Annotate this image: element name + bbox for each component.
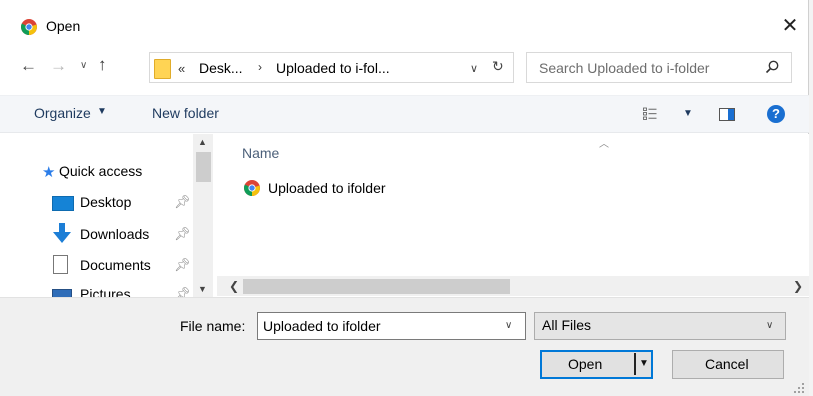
navigation-scroll-thumb[interactable] <box>196 152 211 182</box>
file-type-dropdown-icon[interactable]: ∨ <box>766 320 773 331</box>
open-split-divider <box>634 353 636 375</box>
file-item[interactable]: Uploaded to ifolder <box>268 180 386 196</box>
file-list-pane <box>217 134 809 297</box>
view-options-icon[interactable] <box>643 107 657 121</box>
organize-button[interactable]: Organize <box>34 105 91 121</box>
refresh-icon[interactable]: ↻ <box>492 58 504 75</box>
chrome-icon <box>244 180 260 196</box>
file-name-label: File name: <box>180 318 246 334</box>
sort-ascending-icon: ︿ <box>599 139 609 150</box>
documents-icon <box>53 255 68 274</box>
nav-item-documents[interactable]: Documents <box>80 257 151 273</box>
breadcrumb-desktop[interactable]: Desk... <box>199 60 243 76</box>
breadcrumb-current-folder[interactable]: Uploaded to i-fol... <box>276 60 390 76</box>
scroll-right-arrow-icon[interactable]: ❯ <box>793 279 803 293</box>
nav-item-desktop[interactable]: Desktop <box>80 194 131 210</box>
scroll-left-arrow-icon[interactable]: ❮ <box>229 279 239 293</box>
column-header-name[interactable]: Name <box>242 145 279 161</box>
pin-icon[interactable]: 📌︎ <box>174 194 191 210</box>
open-options-dropdown-icon[interactable]: ▼ <box>639 358 649 369</box>
nav-item-downloads[interactable]: Downloads <box>80 226 149 242</box>
star-icon: ★ <box>42 164 56 181</box>
address-history-dropdown-icon[interactable]: ∨ <box>470 62 478 75</box>
search-placeholder[interactable]: Search Uploaded to i-folder <box>539 60 709 76</box>
forward-arrow-icon[interactable]: → <box>50 56 67 76</box>
back-arrow-icon[interactable]: ← <box>20 56 37 76</box>
preview-pane-icon[interactable] <box>719 108 735 121</box>
scroll-up-arrow-icon[interactable]: ▲ <box>198 137 207 147</box>
desktop-icon <box>52 196 74 211</box>
nav-item-quick-access[interactable]: Quick access <box>59 163 142 179</box>
pin-icon[interactable]: 📌︎ <box>174 257 191 273</box>
scroll-down-arrow-icon[interactable]: ▼ <box>198 284 207 294</box>
file-name-dropdown-icon[interactable]: ∨ <box>505 320 512 331</box>
horizontal-scroll-thumb[interactable] <box>243 279 510 294</box>
breadcrumb-separator-icon[interactable]: › <box>258 60 262 74</box>
view-options-caret-icon[interactable]: ▼ <box>683 108 693 119</box>
cancel-button-label[interactable]: Cancel <box>705 356 749 372</box>
chrome-icon <box>21 19 37 35</box>
help-icon[interactable]: ? <box>767 105 785 123</box>
close-button[interactable]: ✕ <box>778 12 802 40</box>
downloads-icon <box>53 223 71 243</box>
pin-icon[interactable]: 📌︎ <box>174 226 191 242</box>
file-name-input[interactable] <box>257 312 526 340</box>
search-icon[interactable] <box>764 59 780 75</box>
new-folder-button[interactable]: New folder <box>152 105 219 121</box>
resize-grip-icon[interactable] <box>793 382 805 394</box>
file-type-selected-value[interactable]: All Files <box>542 317 591 333</box>
breadcrumb-overflow-icon[interactable]: « <box>178 61 185 76</box>
organize-caret-icon[interactable]: ▼ <box>97 106 107 117</box>
recent-locations-chevron-icon[interactable]: ∨ <box>80 60 87 71</box>
open-button-label[interactable]: Open <box>568 356 602 372</box>
window-title: Open <box>46 18 81 34</box>
folder-icon <box>154 59 171 79</box>
up-arrow-icon[interactable]: ↑ <box>98 55 107 75</box>
